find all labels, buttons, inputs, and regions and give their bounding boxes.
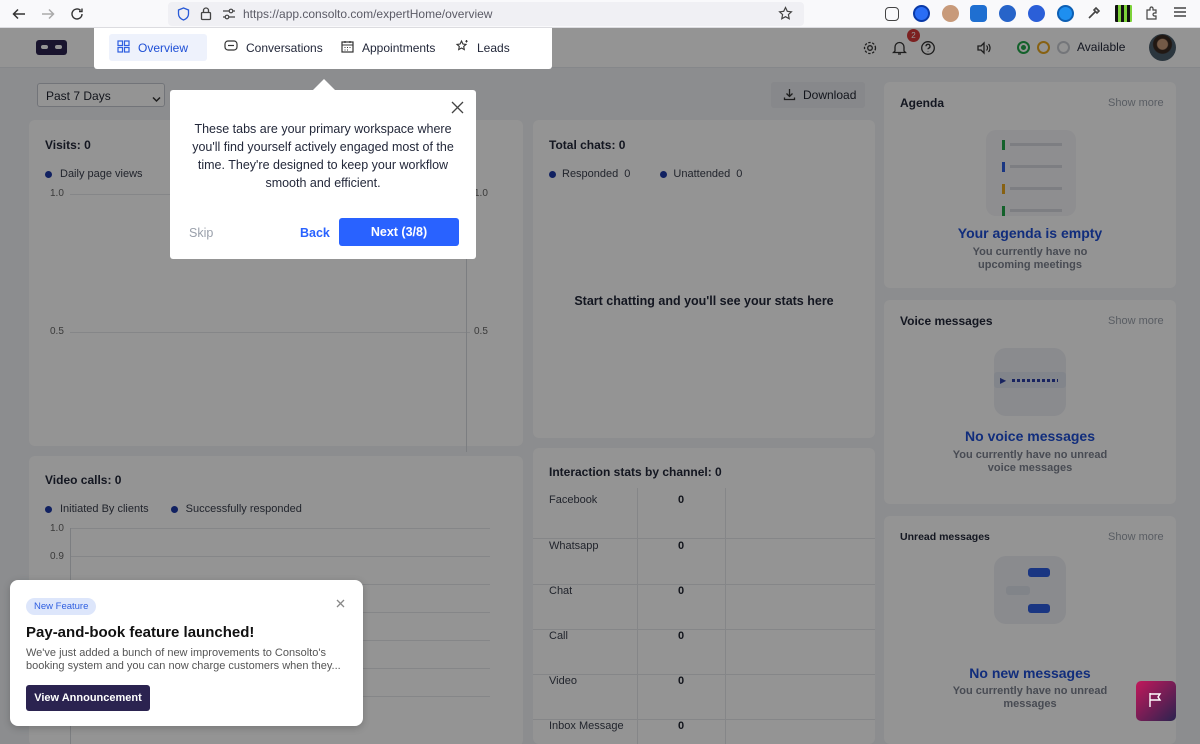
next-button[interactable]: Next (3/8) <box>339 218 459 246</box>
zoom-extension-icon[interactable] <box>1028 5 1045 22</box>
extension-play-icon[interactable] <box>999 5 1016 22</box>
eyedropper-icon[interactable] <box>1086 5 1103 22</box>
bookmark-star-icon[interactable] <box>778 6 793 24</box>
browser-toolbar: https://app.consolto.com/expertHome/over… <box>0 0 1200 28</box>
extension-blue-icon[interactable] <box>913 5 930 22</box>
lock-icon[interactable] <box>200 6 212 24</box>
back-button[interactable]: Back <box>300 226 330 240</box>
tab-appointments[interactable]: Appointments <box>333 34 443 61</box>
tab-conversations[interactable]: Conversations <box>216 34 331 61</box>
menu-hamburger-icon[interactable] <box>1173 5 1190 22</box>
extension-grid-icon[interactable] <box>1115 5 1132 22</box>
flag-icon <box>1147 691 1165 712</box>
announcement-popup: New Feature Pay-and-book feature launche… <box>10 580 363 726</box>
chat-widget-button[interactable] <box>1136 681 1176 721</box>
back-arrow-icon[interactable] <box>9 4 29 24</box>
extension-circle-icon[interactable] <box>1057 5 1074 22</box>
new-feature-badge: New Feature <box>26 598 97 615</box>
address-bar[interactable]: https://app.consolto.com/expertHome/over… <box>168 2 804 26</box>
close-icon[interactable] <box>336 597 345 611</box>
close-icon[interactable] <box>451 101 464 117</box>
url-text: https://app.consolto.com/expertHome/over… <box>243 7 493 21</box>
chat-bubble-icon <box>224 39 238 56</box>
main-tabs: Overview Conversations Appointments Lead… <box>94 28 552 69</box>
tour-message: These tabs are your primary workspace wh… <box>192 122 454 190</box>
extension-s-icon[interactable] <box>970 5 987 22</box>
extension-avatar-icon[interactable] <box>942 5 959 22</box>
sparkle-star-icon <box>455 39 469 56</box>
calendar-icon <box>341 40 354 56</box>
view-announcement-button[interactable]: View Announcement <box>26 685 150 711</box>
tab-leads[interactable]: Leads <box>447 34 518 61</box>
tab-overview[interactable]: Overview <box>109 34 207 61</box>
shield-icon[interactable] <box>177 7 190 24</box>
reload-icon[interactable] <box>67 4 87 24</box>
announcement-title: Pay-and-book feature launched! <box>26 624 255 641</box>
forward-arrow-icon[interactable] <box>38 4 58 24</box>
tab-label: Leads <box>477 40 510 55</box>
extensions-puzzle-icon[interactable] <box>1144 5 1161 22</box>
tab-label: Appointments <box>362 40 436 55</box>
tab-label: Conversations <box>246 40 323 55</box>
tab-label: Overview <box>138 40 189 55</box>
skip-button[interactable]: Skip <box>189 226 213 240</box>
grid-icon <box>117 39 130 56</box>
tour-tooltip: These tabs are your primary workspace wh… <box>170 90 476 259</box>
pocket-icon[interactable] <box>885 7 899 21</box>
announcement-body: We've just added a bunch of new improvem… <box>26 647 341 672</box>
permissions-icon[interactable] <box>222 7 236 24</box>
